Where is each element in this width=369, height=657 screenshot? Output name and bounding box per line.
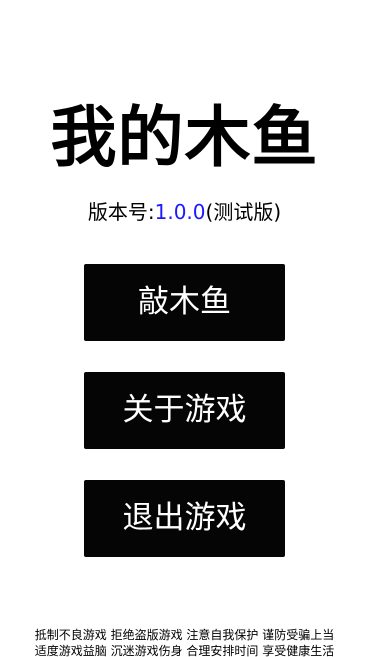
version-info: 版本号:1.0.0(测试版) [0, 196, 369, 228]
version-label: 版本号: [87, 200, 155, 224]
version-number: 1.0.0 [154, 200, 206, 224]
health-notice-line-2: 适度游戏益脑 沉迷游戏伤身 合理安排时间 享受健康生活 [34, 644, 335, 657]
exit-game-button[interactable]: 退出游戏 [84, 480, 285, 557]
health-notice-line-1: 抵制不良游戏 拒绝盗版游戏 注意自我保护 谨防受骗上当 [34, 628, 335, 642]
version-suffix: (测试版) [205, 200, 282, 224]
game-title: 我的木鱼 [50, 99, 319, 176]
about-game-button[interactable]: 关于游戏 [84, 372, 285, 449]
health-gaming-notice: 抵制不良游戏 拒绝盗版游戏 注意自我保护 谨防受骗上当 适度游戏益脑 沉迷游戏伤… [0, 627, 369, 657]
start-game-button[interactable]: 敲木鱼 [84, 264, 285, 341]
